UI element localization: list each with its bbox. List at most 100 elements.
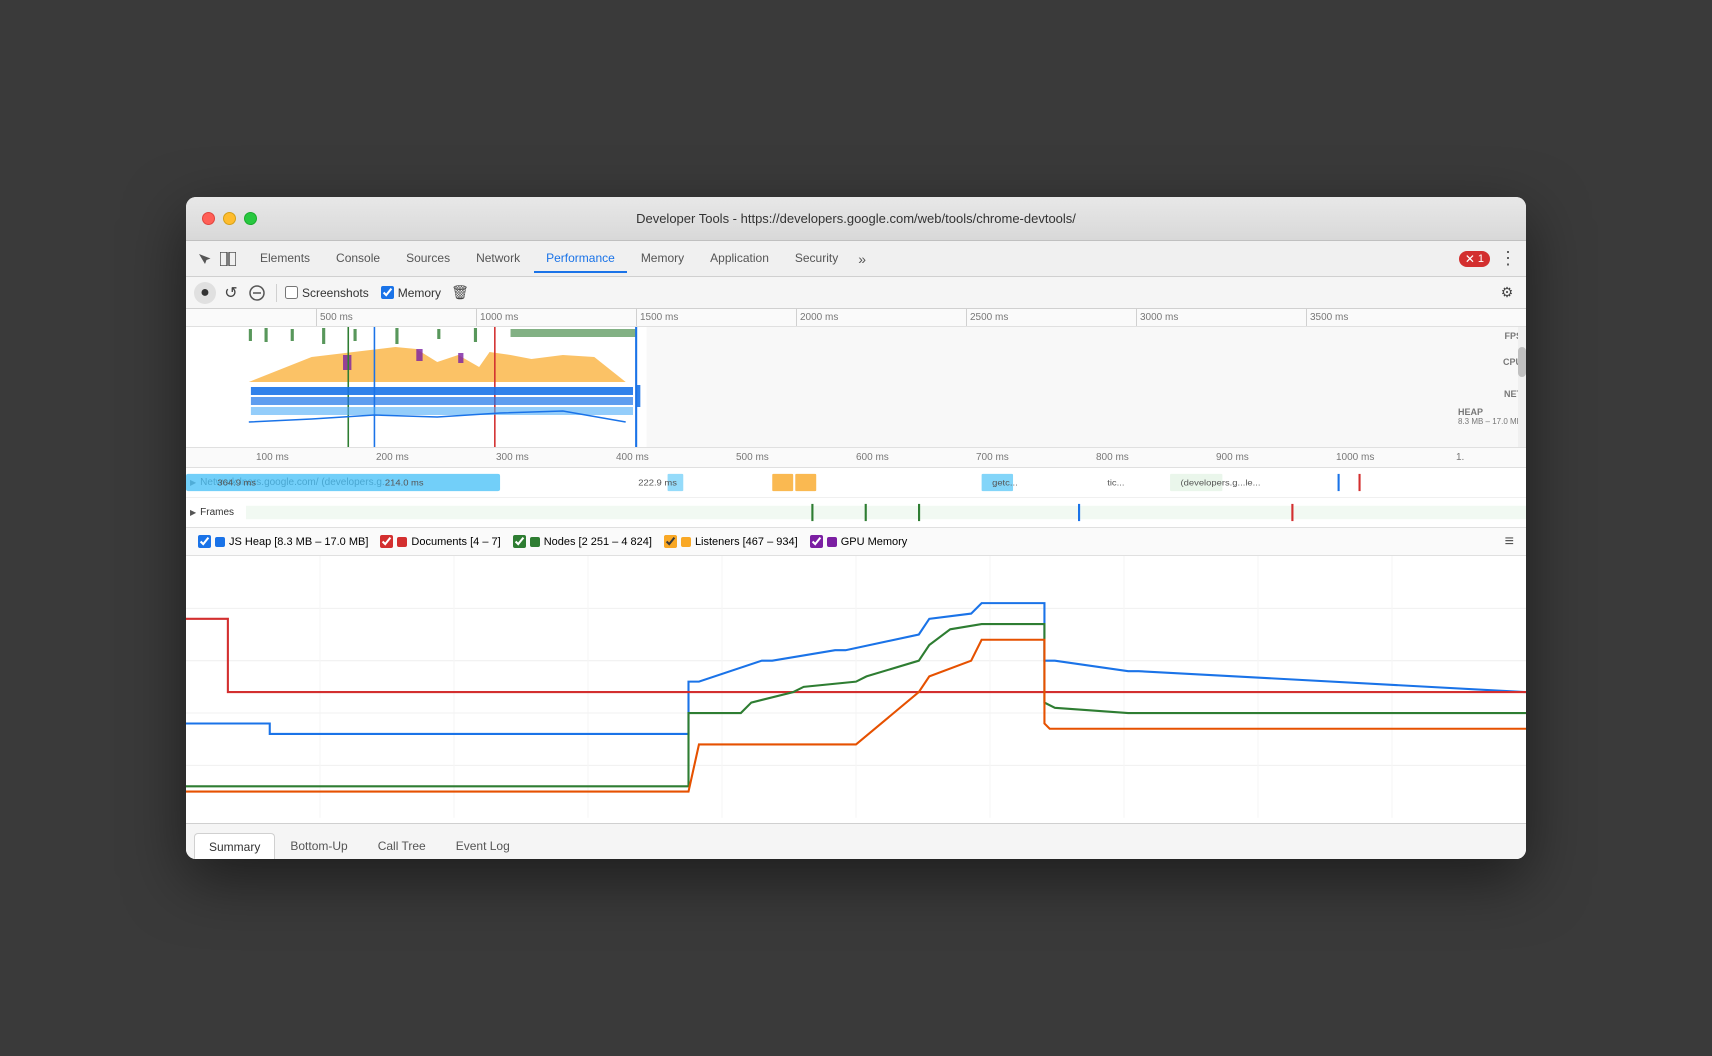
legend-jsheap-label: JS Heap [8.3 MB – 17.0 MB] (229, 536, 368, 548)
tab-sources[interactable]: Sources (394, 245, 462, 273)
tick-1000ms: 1000 ms (1336, 452, 1374, 463)
tab-memory[interactable]: Memory (629, 245, 696, 273)
tab-event-log[interactable]: Event Log (441, 832, 525, 859)
legend-jsheap: JS Heap [8.3 MB – 17.0 MB] (198, 535, 368, 548)
frames-triangle[interactable]: ▶ (190, 508, 196, 517)
legend-listeners-color (681, 537, 691, 547)
legend-nodes: Nodes [2 251 – 4 824] (513, 535, 652, 548)
legend-gpumemory: GPU Memory (810, 535, 908, 548)
frames-label-text: Frames (200, 507, 234, 518)
legend-menu-button[interactable]: ≡ (1505, 533, 1514, 551)
heap-range: 8.3 MB – 17.0 MB (1458, 417, 1522, 426)
settings-button[interactable]: ⚙ (1496, 282, 1518, 304)
maximize-button[interactable] (244, 212, 257, 225)
legend-documents: Documents [4 – 7] (380, 535, 500, 548)
memory-chart-svg (186, 556, 1526, 818)
memory-chart (186, 556, 1526, 823)
ruler-tick-3000: 3000 ms (1136, 309, 1178, 326)
tick-900ms: 900 ms (1216, 452, 1249, 463)
legend-listeners-label: Listeners [467 – 934] (695, 536, 798, 548)
title-bar: Developer Tools - https://developers.goo… (186, 197, 1526, 241)
tab-bar: Elements Console Sources Network Perform… (186, 241, 1526, 277)
svg-text:tic...: tic... (1107, 478, 1124, 488)
screenshots-label: Screenshots (302, 286, 369, 300)
ruler-tick-500: 500 ms (316, 309, 353, 326)
minimize-button[interactable] (223, 212, 236, 225)
legend-gpumemory-checkbox[interactable] (810, 535, 823, 548)
scrollbar[interactable] (1518, 327, 1526, 447)
tab-security[interactable]: Security (783, 245, 850, 273)
screenshots-checkbox[interactable] (285, 286, 298, 299)
tab-call-tree[interactable]: Call Tree (363, 832, 441, 859)
legend-documents-label: Documents [4 – 7] (411, 536, 500, 548)
toolbar-right: ⚙ (1496, 282, 1518, 304)
tab-elements[interactable]: Elements (248, 245, 322, 273)
tab-bottom-up[interactable]: Bottom-Up (275, 832, 362, 859)
memory-checkbox[interactable] (381, 286, 394, 299)
scrollbar-thumb[interactable] (1518, 347, 1526, 377)
tick-600ms: 600 ms (856, 452, 889, 463)
legend-nodes-checkbox[interactable] (513, 535, 526, 548)
memory-checkbox-label[interactable]: Memory (381, 286, 441, 300)
more-options-icon[interactable]: ⋮ (1498, 249, 1518, 269)
heap-label: HEAP 8.3 MB – 17.0 MB (1458, 407, 1522, 426)
toolbar: ● ↺ Screenshots Memory 🗑 ⚙ (186, 277, 1526, 309)
legend-gpumemory-color (827, 537, 837, 547)
memory-label: Memory (398, 286, 441, 300)
tick-1100ms: 1. (1456, 452, 1464, 463)
tab-performance[interactable]: Performance (534, 245, 627, 273)
tick-300ms: 300 ms (496, 452, 529, 463)
timeline-ruler-2: 100 ms 200 ms 300 ms 400 ms 500 ms 600 m… (186, 448, 1526, 468)
legend-jsheap-checkbox[interactable] (198, 535, 211, 548)
ruler-tick-2500: 2500 ms (966, 309, 1008, 326)
timeline-main[interactable]: FPS CPU NET HEAP 8.3 MB – 17.0 MB (186, 327, 1526, 447)
error-count: 1 (1478, 253, 1484, 265)
network-timeline: 364.9 ms 214.0 ms 222.9 ms getc... tic..… (186, 472, 1526, 493)
clear-button[interactable] (246, 282, 268, 304)
legend-nodes-label: Nodes [2 251 – 4 824] (544, 536, 652, 548)
tab-console[interactable]: Console (324, 245, 392, 273)
network-frames: ▶ Network lners.google.com/ (developers.… (186, 468, 1526, 528)
devtools-body: Elements Console Sources Network Perform… (186, 241, 1526, 859)
svg-text:214.0 ms: 214.0 ms (385, 478, 424, 488)
error-badge[interactable]: ✕ 1 (1459, 251, 1490, 267)
legend-nodes-color (530, 537, 540, 547)
timeline-svg (186, 327, 1526, 447)
devtools-window: Developer Tools - https://developers.goo… (186, 197, 1526, 859)
legend-documents-color (397, 537, 407, 547)
cursor-icon[interactable] (194, 249, 214, 269)
memory-legend: JS Heap [8.3 MB – 17.0 MB] Documents [4 … (186, 528, 1526, 556)
ruler-tick-1500: 1500 ms (636, 309, 678, 326)
tick-800ms: 800 ms (1096, 452, 1129, 463)
tab-network[interactable]: Network (464, 245, 532, 273)
window-title: Developer Tools - https://developers.goo… (636, 211, 1076, 226)
legend-documents-checkbox[interactable] (380, 535, 393, 548)
ruler-tick-2000: 2000 ms (796, 309, 838, 326)
net-bars (251, 385, 640, 415)
tick-400ms: 400 ms (616, 452, 649, 463)
svg-text:getc...: getc... (992, 478, 1018, 488)
screenshots-checkbox-label[interactable]: Screenshots (285, 286, 369, 300)
refresh-button[interactable]: ↺ (220, 282, 242, 304)
tab-summary[interactable]: Summary (194, 833, 275, 859)
tab-application[interactable]: Application (698, 245, 781, 273)
delete-button[interactable]: 🗑 (449, 282, 471, 304)
ruler-tick-1000: 1000 ms (476, 309, 518, 326)
legend-listeners-checkbox[interactable] (664, 535, 677, 548)
frames-timeline (246, 502, 1526, 523)
separator-1 (276, 284, 277, 302)
tick-100ms: 100 ms (256, 452, 289, 463)
legend-listeners: Listeners [467 – 934] (664, 535, 798, 548)
ruler-tick-3500: 3500 ms (1306, 309, 1348, 326)
frames-label: ▶ Frames (190, 507, 250, 518)
timeline-ruler-1: 500 ms 1000 ms 1500 ms 2000 ms 2500 ms 3… (186, 309, 1526, 327)
record-button[interactable]: ● (194, 282, 216, 304)
tab-more[interactable]: » (852, 251, 872, 267)
error-icon: ✕ (1465, 252, 1475, 266)
legend-gpumemory-label: GPU Memory (841, 536, 908, 548)
tick-700ms: 700 ms (976, 452, 1009, 463)
close-button[interactable] (202, 212, 215, 225)
tick-200ms: 200 ms (376, 452, 409, 463)
svg-text:222.9 ms: 222.9 ms (638, 478, 677, 488)
dock-icon[interactable] (218, 249, 238, 269)
